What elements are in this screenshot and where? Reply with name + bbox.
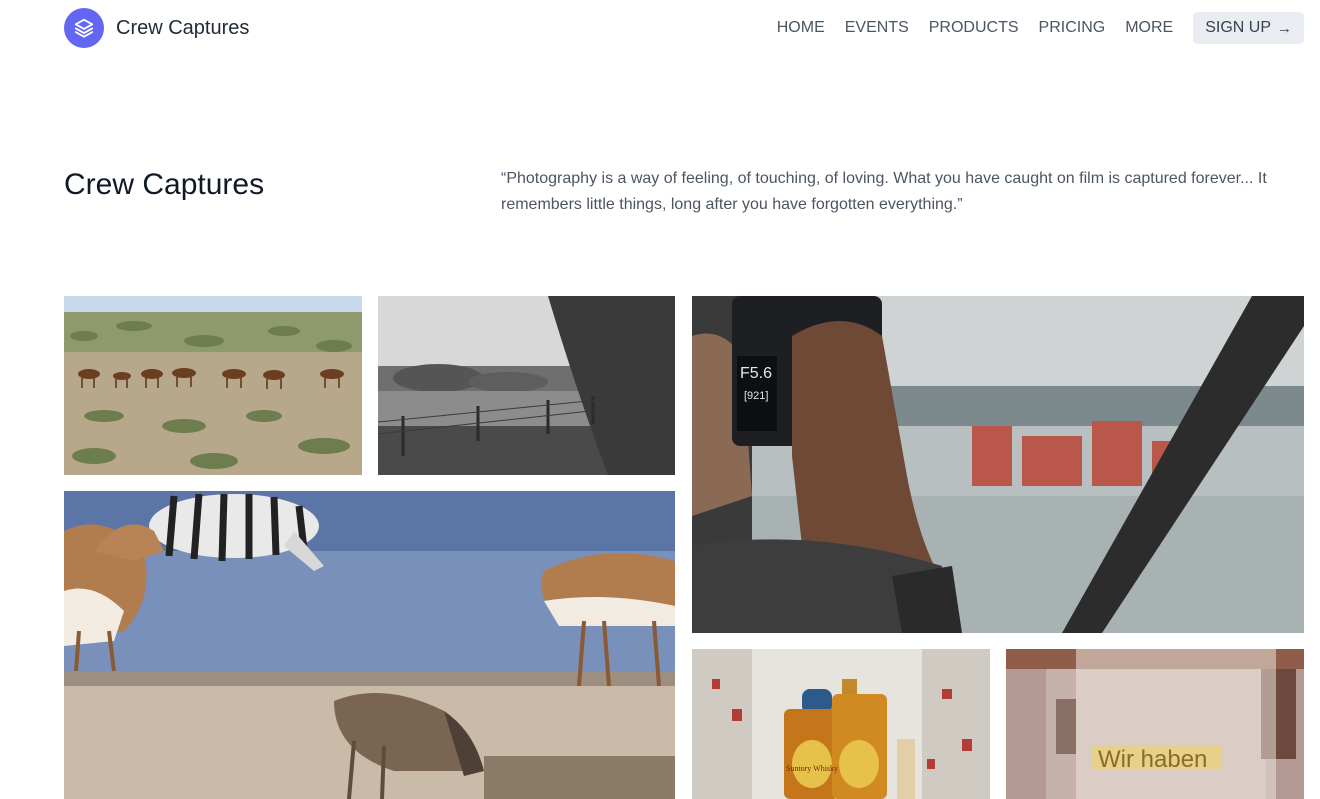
arrow-right-icon: → xyxy=(1277,19,1292,37)
nav-home[interactable]: HOME xyxy=(777,12,825,44)
gallery-image-bw-landscape[interactable] xyxy=(378,296,675,475)
sign-up-label: SIGN UP xyxy=(1205,19,1271,36)
layers-icon xyxy=(64,8,104,48)
gallery-image-whisky[interactable]: Suntory Whisky xyxy=(692,649,990,799)
nav-products[interactable]: PRODUCTS xyxy=(929,12,1019,44)
sign-up-button[interactable]: SIGN UP → xyxy=(1193,12,1304,44)
shots-readout: [921] xyxy=(744,390,768,402)
gallery-image-photographer[interactable]: F5.6 [921] xyxy=(692,296,1304,633)
gallery-image-camels[interactable] xyxy=(64,296,362,475)
site-header: Crew Captures HOME EVENTS PRODUCTS PRICI… xyxy=(0,0,1320,60)
nav-more[interactable]: MORE xyxy=(1125,12,1173,44)
sign-text: Wir haben xyxy=(1098,746,1207,773)
main-nav: HOME EVENTS PRODUCTS PRICING MORE SIGN U… xyxy=(757,12,1304,44)
brand[interactable]: Crew Captures xyxy=(64,8,249,48)
bottle-label: Suntory Whisky xyxy=(786,764,838,773)
gallery-image-wildlife[interactable] xyxy=(64,491,675,799)
page-title: Crew Captures xyxy=(64,168,265,201)
hero-quote: “Photography is a way of feeling, of tou… xyxy=(501,170,1267,213)
gallery-image-sign[interactable]: Wir haben xyxy=(1006,649,1304,799)
brand-name: Crew Captures xyxy=(116,16,250,39)
nav-events[interactable]: EVENTS xyxy=(845,12,909,44)
aperture-readout: F5.6 xyxy=(740,365,772,382)
nav-pricing[interactable]: PRICING xyxy=(1039,12,1106,44)
